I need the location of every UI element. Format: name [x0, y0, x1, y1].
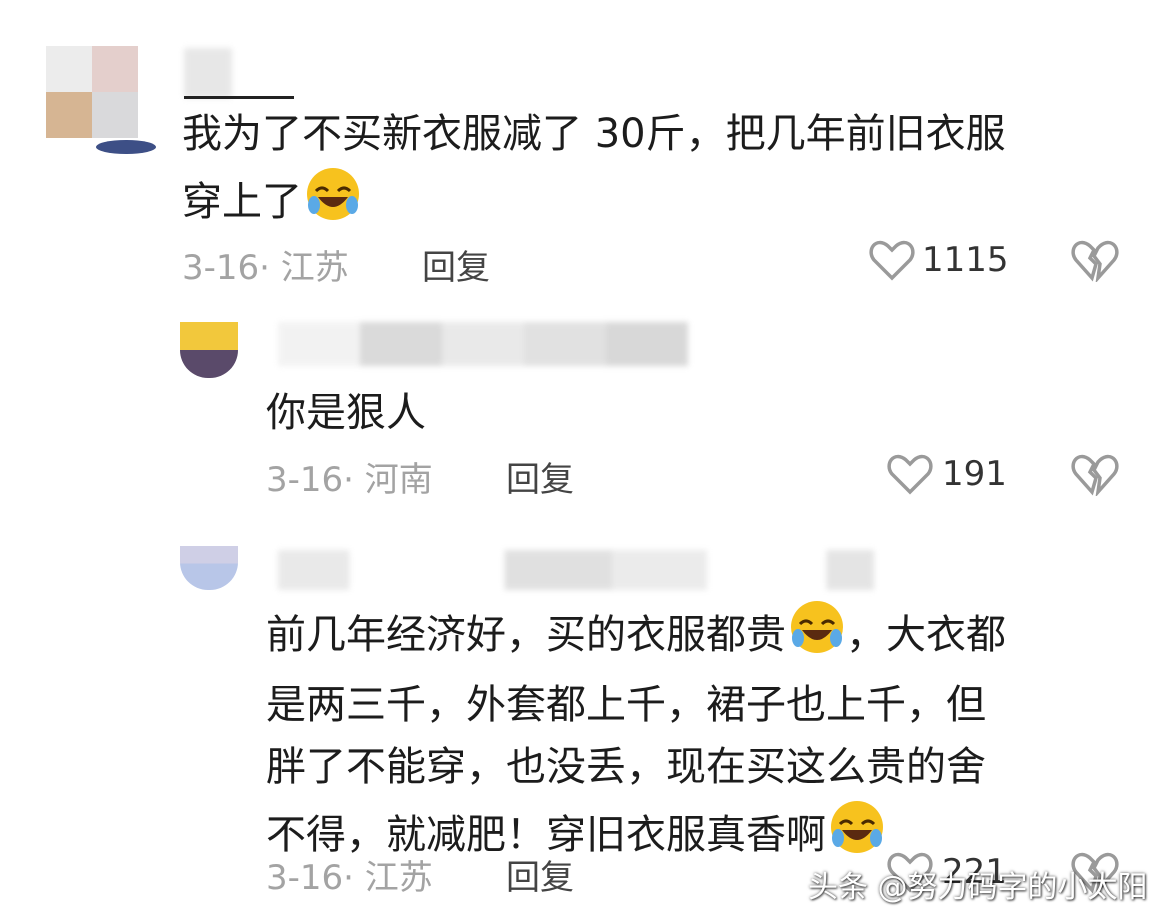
broken-heart-icon	[1070, 238, 1120, 286]
like-button[interactable]	[886, 452, 934, 500]
watermark: 头条 @努力码字的小太阳	[808, 870, 1148, 905]
comment-text: 你是狠人	[266, 390, 426, 436]
like-count: 191	[942, 454, 1007, 494]
date-location: 3-16· 江苏	[266, 858, 433, 898]
avatar[interactable]	[180, 546, 238, 590]
broken-heart-icon	[1070, 452, 1120, 500]
reply-button[interactable]: 回复	[506, 452, 574, 501]
reply-button[interactable]: 回复	[506, 850, 574, 899]
heart-outline-icon	[886, 452, 934, 500]
avatar[interactable]	[46, 46, 156, 154]
like-button[interactable]	[868, 238, 916, 286]
username-redacted[interactable]	[184, 48, 232, 98]
username-redacted[interactable]	[278, 550, 874, 590]
comment-text: 前几年经济好，买的衣服都贵 ，大衣都 是两三千，外套都上千，裙子也上千，但 胖了…	[266, 598, 1126, 874]
username-underline	[184, 96, 294, 99]
dislike-button[interactable]	[1070, 238, 1120, 286]
laugh-cry-emoji	[788, 598, 846, 674]
dislike-button[interactable]	[1070, 452, 1120, 500]
reply-button[interactable]: 回复	[422, 240, 490, 289]
date-location: 3-16· 河南	[266, 460, 433, 500]
laugh-cry-emoji	[304, 165, 362, 241]
like-count: 1115	[922, 240, 1009, 280]
date-location: 3-16· 江苏	[182, 248, 349, 288]
comment-text: 我为了不买新衣服减了 30斤，把几年前旧衣服 穿上了	[182, 103, 1142, 241]
avatar[interactable]	[180, 322, 238, 378]
heart-outline-icon	[868, 238, 916, 286]
username-redacted[interactable]	[278, 322, 688, 366]
